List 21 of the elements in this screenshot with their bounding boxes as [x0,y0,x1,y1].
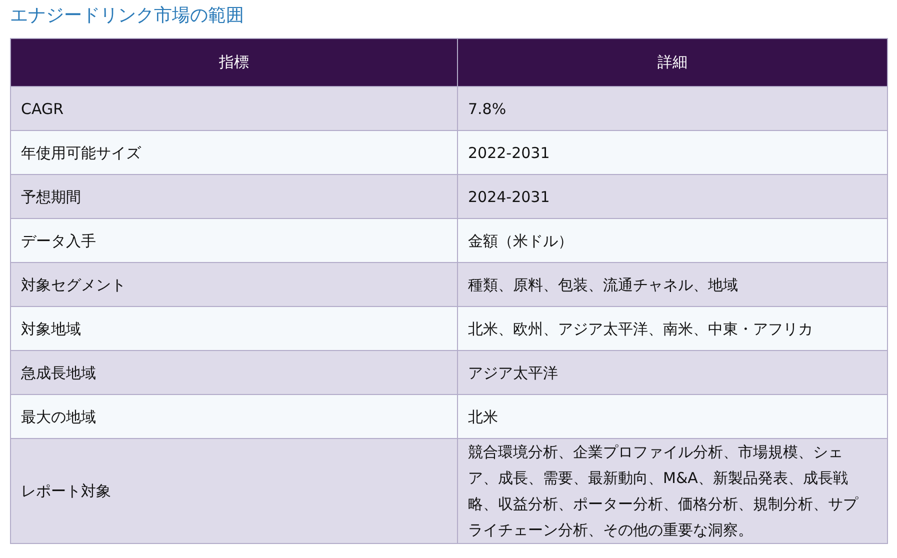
table-cell: 北米、欧州、アジア太平洋、南米、中東・アフリカ [458,306,888,350]
table-cell: 種類、原料、包装、流通チャネル、地域 [458,262,888,306]
column-header: 指標 [10,38,458,86]
table-cell: 7.8% [458,86,888,130]
table-cell: 予想期間 [10,174,458,218]
table-cell: レポート対象 [10,438,458,544]
column-header: 詳細 [458,38,888,86]
table-cell: 年使用可能サイズ [10,130,458,174]
table-cell: 2022-2031 [458,130,888,174]
table-cell: 2024-2031 [458,174,888,218]
table-cell: 最大の地域 [10,394,458,438]
table-cell: データ入手 [10,218,458,262]
table-cell: 対象地域 [10,306,458,350]
table-cell: 北米 [458,394,888,438]
table-cell: CAGR [10,86,458,130]
table-cell: 急成長地域 [10,350,458,394]
table-cell: 対象セグメント [10,262,458,306]
table-cell: 競合環境分析、企業プロファイル分析、市場規模、シェア、成長、需要、最新動向、M&A、新製品発表、成長戦略、収益分析、ポーター分析、価格分析、規制分析、サプライチェーン分析、その他の重要な洞察。 [458,438,888,544]
section-title: エナジードリンク市場の範囲 [10,4,245,28]
table-cell: 金額（米ドル） [458,218,888,262]
table-cell: アジア太平洋 [458,350,888,394]
